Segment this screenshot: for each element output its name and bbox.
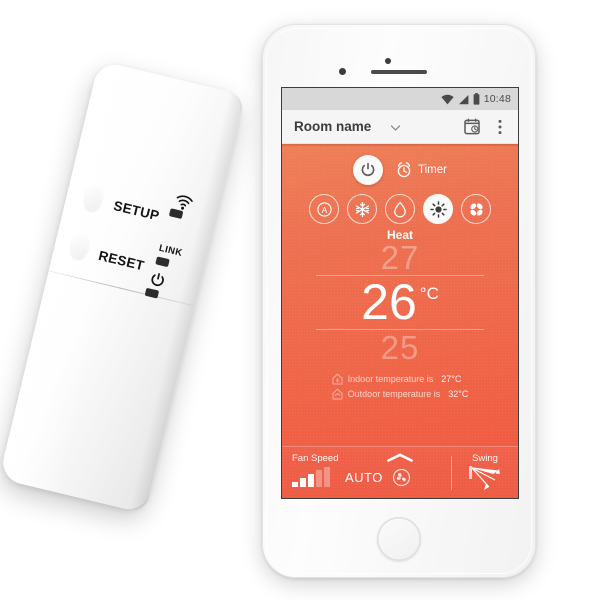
device-highlight [0, 60, 161, 494]
setup-button[interactable] [82, 183, 105, 213]
wifi-adapter-device: SETUP RESET LINK [0, 60, 246, 514]
power-led-indicator [144, 287, 160, 299]
fan-speed-label: Fan Speed [292, 453, 339, 464]
fan-speed-bars[interactable] [292, 467, 336, 487]
mode-button-fan[interactable] [461, 194, 491, 224]
fan-speed-row: AUTO [292, 467, 451, 487]
sun-icon [429, 200, 447, 218]
signal-icon [458, 94, 469, 104]
temp-below-value[interactable]: 25 [381, 331, 420, 364]
scene-root: 10:48 Room name Timer A Heat 27 26 °C 25… [0, 0, 600, 600]
svg-text:A: A [321, 205, 327, 215]
panel-top-edge [282, 144, 518, 146]
outdoor-reading-label: Outdoor temperature is [347, 389, 441, 400]
outdoor-reading-row: Outdoor temperature is 32°C [332, 387, 469, 402]
chevron-up-icon[interactable] [387, 449, 413, 467]
schedule-icon[interactable] [461, 116, 483, 138]
fan-mode-value[interactable]: AUTO [345, 470, 383, 485]
phone-screen: 10:48 Room name Timer A Heat 27 26 °C 25… [281, 87, 519, 499]
temperature-readings: Indoor temperature is 27°C Outdoor tempe… [332, 372, 469, 402]
swing-label: Swing [472, 453, 498, 464]
home-button[interactable] [377, 517, 421, 561]
reset-button-label: RESET [97, 247, 146, 274]
mode-selector: A [309, 194, 491, 224]
temp-unit-label: °C [419, 284, 439, 304]
indoor-house-icon [332, 373, 343, 385]
fan-circle-icon[interactable] [392, 468, 411, 487]
snowflake-icon [355, 201, 369, 217]
app-bar: Room name [282, 110, 518, 144]
indoor-reading-row: Indoor temperature is 27°C [332, 372, 469, 387]
battery-icon [473, 93, 480, 105]
temperature-stepper: 27 26 °C 25 [282, 241, 518, 365]
fan-speed-section: Fan Speed AUTO [282, 447, 451, 498]
power-timer-row: Timer [353, 153, 447, 187]
mode-button-cool[interactable] [347, 194, 377, 224]
front-camera [339, 68, 346, 75]
link-led-indicator [155, 256, 170, 268]
mode-button-heat[interactable] [423, 194, 453, 224]
ac-control-panel: Timer A Heat 27 26 °C 25 Indoor temperat… [282, 144, 518, 446]
android-status-bar: 10:48 [282, 88, 518, 110]
outdoor-reading-value: 32°C [448, 389, 469, 400]
power-icon [361, 162, 375, 177]
swing-arrow-icon [469, 466, 500, 490]
device-edge-shadow [129, 91, 246, 514]
alarm-clock-icon [397, 162, 411, 178]
indoor-reading-value: 27°C [441, 374, 462, 385]
auto-mode-icon: A [316, 201, 332, 217]
wifi-led-indicator [168, 208, 184, 220]
smartphone: 10:48 Room name Timer A Heat 27 26 °C 25… [262, 24, 536, 578]
power-button[interactable] [353, 155, 384, 185]
wifi-icon [441, 94, 454, 104]
earpiece-speaker [371, 70, 427, 74]
overflow-menu-icon[interactable] [489, 116, 511, 138]
device-seam-line [48, 270, 195, 307]
fan-swing-control-bar: Fan Speed AUTO Swing [282, 446, 518, 498]
room-name-title[interactable]: Room name [294, 119, 371, 134]
water-drop-icon [394, 200, 406, 217]
swing-section[interactable]: Swing [452, 447, 518, 498]
status-bar-clock: 10:48 [483, 93, 511, 105]
proximity-sensor [385, 58, 391, 64]
indoor-reading-label: Indoor temperature is [347, 374, 434, 385]
temp-current-row[interactable]: 26 °C [361, 277, 439, 328]
mode-button-auto[interactable]: A [309, 194, 339, 224]
reset-button[interactable] [68, 231, 92, 261]
temp-above-value[interactable]: 27 [381, 241, 420, 274]
timer-button[interactable]: Timer [395, 161, 447, 179]
temp-current-value: 26 [361, 274, 417, 331]
outdoor-house-icon [332, 388, 343, 400]
fan-icon [469, 202, 483, 216]
timer-label: Timer [418, 164, 447, 176]
chevron-down-icon[interactable] [391, 118, 401, 136]
setup-button-label: SETUP [112, 198, 161, 224]
mode-button-dry[interactable] [385, 194, 415, 224]
